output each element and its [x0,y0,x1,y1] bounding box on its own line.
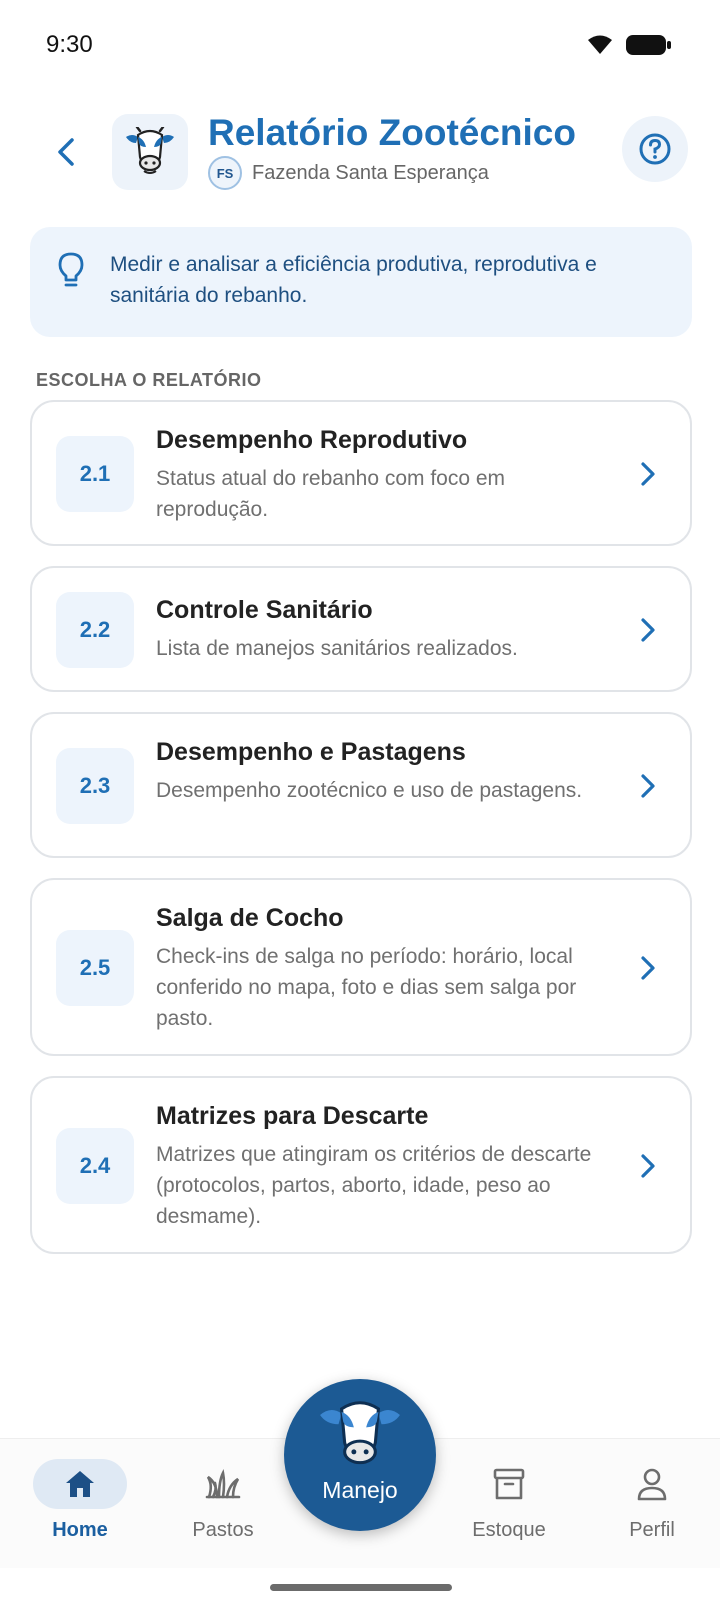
report-description: Desempenho zootécnico e uso de pastagens… [156,779,583,802]
home-indicator[interactable] [270,1584,452,1591]
farm-info: FS Fazenda Santa Esperança [208,156,489,190]
nav-icon-pill [462,1459,556,1509]
page-title: Relatório Zootécnico [208,112,576,153]
report-title: Salga de Cocho [156,904,344,932]
nav-label: Perfil [629,1519,675,1541]
farm-avatar: FS [208,156,242,190]
fab-label: Manejo [322,1477,398,1503]
report-code-badge: 2.5 [56,930,134,1006]
report-card-matrizes-descarte[interactable]: 2.4 Matrizes para Descarte Matrizes que … [30,1076,692,1254]
cow-icon [320,1401,400,1465]
nav-label: Estoque [472,1519,546,1541]
help-button[interactable] [622,116,688,182]
nav-item-pastos[interactable]: Pastos [163,1459,283,1559]
chevron-right-icon [636,1151,660,1181]
report-title: Controle Sanitário [156,596,373,624]
chevron-right-icon [636,615,660,645]
report-body: Desempenho e Pastagens Desempenho zootéc… [156,738,610,806]
report-title: Desempenho Reprodutivo [156,426,468,454]
report-code-badge: 2.1 [56,436,134,512]
report-description: Lista de manejos sanitários realizados. [156,637,518,660]
home-icon [66,1471,94,1497]
app-logo [112,114,188,190]
archive-box-icon [493,1468,525,1500]
section-label: ESCOLHA O RELATÓRIO [36,370,262,390]
status-time: 9:30 [46,31,93,58]
report-body: Desempenho Reprodutivo Status atual do r… [156,426,610,525]
manejo-fab-button[interactable]: Manejo [284,1379,436,1531]
farm-name: Fazenda Santa Esperança [252,161,489,184]
person-icon [637,1468,667,1501]
cow-icon [126,127,174,174]
help-circle-icon [639,133,671,165]
header: Relatório Zootécnico FS Fazenda Santa Es… [0,110,720,192]
report-body: Controle Sanitário Lista de manejos sani… [156,596,610,664]
battery-icon [626,35,671,55]
report-code-badge: 2.2 [56,592,134,668]
report-card-salga-cocho[interactable]: 2.5 Salga de Cocho Check-ins de salga no… [30,878,692,1056]
info-text: Medir e analisar a eficiência produtiva,… [110,253,597,307]
back-button[interactable] [46,130,86,174]
info-banner: Medir e analisar a eficiência produtiva,… [30,227,692,337]
report-code-badge: 2.4 [56,1128,134,1204]
grass-icon [205,1469,241,1499]
report-description: Status atual do rebanho com foco em repr… [156,467,506,521]
nav-item-home[interactable]: Home [20,1459,140,1559]
nav-label: Pastos [192,1519,254,1541]
nav-icon-pill [33,1459,127,1509]
chevron-right-icon [636,953,660,983]
nav-item-estoque[interactable]: Estoque [449,1459,569,1559]
nav-icon-pill [176,1459,270,1509]
report-body: Matrizes para Descarte Matrizes que atin… [156,1102,610,1232]
nav-item-perfil[interactable]: Perfil [592,1459,712,1559]
status-icons [586,34,672,56]
report-description: Check-ins de salga no período: horário, … [156,945,577,1030]
report-card-desempenho-reprodutivo[interactable]: 2.1 Desempenho Reprodutivo Status atual … [30,400,692,546]
report-description: Matrizes que atingiram os critérios de d… [156,1143,592,1228]
chevron-right-icon [636,771,660,801]
nav-label: Home [52,1519,108,1541]
report-card-controle-sanitario[interactable]: 2.2 Controle Sanitário Lista de manejos … [30,566,692,692]
report-code-badge: 2.3 [56,748,134,824]
lightbulb-icon [58,252,84,287]
report-title: Matrizes para Descarte [156,1102,429,1130]
report-title: Desempenho e Pastagens [156,738,466,766]
chevron-right-icon [636,459,660,489]
report-card-desempenho-pastagens[interactable]: 2.3 Desempenho e Pastagens Desempenho zo… [30,712,692,858]
chevron-left-icon [58,138,74,166]
nav-icon-pill [605,1459,699,1509]
report-body: Salga de Cocho Check-ins de salga no per… [156,904,610,1034]
status-bar: 9:30 [0,0,720,90]
wifi-icon [588,35,612,54]
